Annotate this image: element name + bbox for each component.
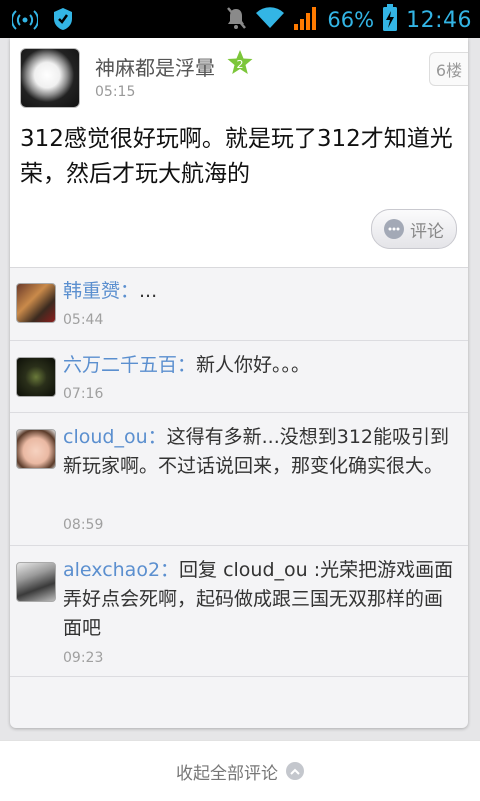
comment-item[interactable]: alexchao2：回复 cloud_ou :光荣把游戏画面弄好点会死啊，起码做… bbox=[10, 546, 468, 677]
commenter-avatar[interactable] bbox=[16, 562, 56, 602]
level-badge-icon: 2 bbox=[226, 49, 254, 77]
wifi-icon bbox=[255, 6, 285, 34]
comment-text: ... bbox=[139, 280, 158, 302]
floor-tag: 6楼 bbox=[429, 52, 468, 86]
wifi-hotspot-icon bbox=[10, 7, 40, 35]
comment-list: 韩重赟：... 05:44 六万二千五百：新人你好。。。 07:16 cloud… bbox=[10, 267, 468, 677]
comment-item[interactable]: 六万二千五百：新人你好。。。 07:16 bbox=[10, 341, 468, 413]
comment-button-label: 评论 bbox=[410, 221, 444, 242]
speech-bubble-icon bbox=[384, 219, 404, 239]
post-author-name[interactable]: 神麻都是浮暈 bbox=[95, 52, 215, 81]
main-post: 神麻都是浮暈 2 05:15 6楼 312感觉很好玩啊。就是玩了312才知道光荣… bbox=[10, 38, 468, 268]
comment-time: 08:59 bbox=[63, 517, 104, 533]
clock: 12:46 bbox=[406, 7, 472, 33]
comment-text: 新人你好。。。 bbox=[196, 354, 311, 376]
collapse-label: 收起全部评论 bbox=[176, 763, 278, 784]
post-time: 05:15 bbox=[95, 84, 136, 100]
comment-time: 05:44 bbox=[63, 312, 104, 328]
collapse-all-comments-button[interactable]: 收起全部评论 bbox=[0, 740, 480, 801]
commenter-avatar[interactable] bbox=[16, 429, 56, 469]
commenter-name[interactable]: cloud_ou： bbox=[63, 426, 167, 448]
commenter-name[interactable]: 韩重赟： bbox=[63, 280, 139, 302]
comment-time: 09:23 bbox=[63, 650, 104, 666]
commenter-avatar[interactable] bbox=[16, 283, 56, 323]
shield-icon bbox=[52, 7, 74, 35]
signal-icon bbox=[293, 5, 319, 35]
status-bar: 66% 12:46 bbox=[0, 0, 480, 38]
battery-charging-icon bbox=[382, 4, 398, 36]
commenter-name[interactable]: alexchao2： bbox=[63, 559, 179, 581]
comment-item[interactable]: cloud_ou：这得有多新...没想到312能吸引到新玩家啊。不过话说回来，那… bbox=[10, 413, 468, 546]
commenter-avatar[interactable] bbox=[16, 357, 56, 397]
post-author-avatar[interactable] bbox=[20, 48, 80, 108]
commenter-name[interactable]: 六万二千五百： bbox=[63, 354, 196, 376]
battery-percent: 66% bbox=[327, 8, 375, 32]
chevron-up-icon bbox=[286, 762, 304, 780]
comment-item[interactable]: 韩重赟：... 05:44 bbox=[10, 267, 468, 341]
post-content: 312感觉很好玩啊。就是玩了312才知道光荣，然后才玩大航海的 bbox=[20, 126, 453, 187]
post-card: 神麻都是浮暈 2 05:15 6楼 312感觉很好玩啊。就是玩了312才知道光荣… bbox=[10, 38, 468, 728]
level-badge-number: 2 bbox=[237, 58, 244, 71]
comment-button[interactable]: 评论 bbox=[371, 209, 457, 249]
comment-time: 07:16 bbox=[63, 386, 104, 402]
mute-icon bbox=[225, 6, 247, 34]
